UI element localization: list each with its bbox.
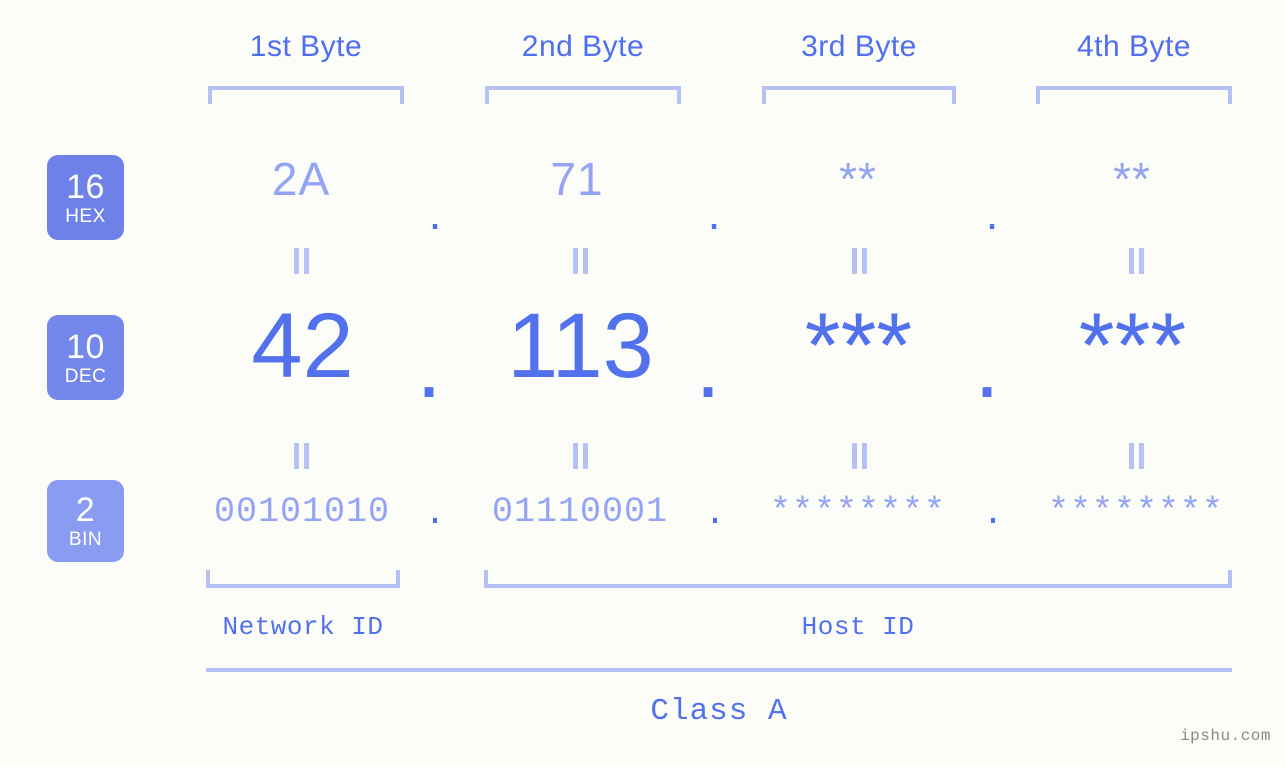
class-label: Class A — [650, 694, 788, 729]
byte-header-1: 1st Byte — [206, 30, 406, 64]
equals-connector-hex-dec-1 — [291, 248, 311, 274]
site-watermark: ipshu.com — [1180, 727, 1271, 745]
class-bracket — [206, 668, 1232, 672]
dec-separator-3: . — [974, 315, 1000, 417]
network-id-bracket — [206, 570, 400, 588]
network-id-label: Network ID — [222, 612, 384, 642]
base-badge-dec: 10 DEC — [47, 315, 124, 400]
hex-byte-3-value: ** — [839, 153, 877, 205]
dec-byte-1-value: 42 — [251, 295, 354, 397]
byte-bracket-4 — [1036, 86, 1232, 104]
base-badge-bin-number: 2 — [75, 491, 96, 529]
equals-connector-dec-bin-2 — [570, 443, 590, 469]
base-badge-bin-name: BIN — [68, 529, 103, 550]
dec-byte-4-value: *** — [1078, 295, 1187, 397]
equals-connector-dec-bin-1 — [291, 443, 311, 469]
hex-separator-3: . — [985, 187, 999, 239]
byte-header-1-label: 1st Byte — [249, 30, 363, 63]
byte-header-4: 4th Byte — [1034, 30, 1234, 64]
equals-connector-dec-bin-3 — [849, 443, 869, 469]
byte-header-2-label: 2nd Byte — [521, 30, 645, 63]
host-id-label: Host ID — [801, 612, 915, 642]
base-badge-dec-number: 10 — [66, 327, 105, 366]
hex-byte-2-value: 71 — [550, 153, 604, 205]
bin-separator-2: . — [704, 494, 726, 534]
base-badge-bin: 2 BIN — [47, 480, 124, 562]
byte-bracket-3 — [762, 86, 956, 104]
bin-byte-4-value: ******** — [1047, 492, 1225, 532]
hex-byte-1-value: 2A — [271, 153, 331, 205]
byte-bracket-2 — [485, 86, 681, 104]
bin-byte-2-value: 01110001 — [491, 492, 669, 532]
dec-byte-3-value: *** — [804, 295, 913, 397]
dec-byte-2-value: 113 — [507, 295, 654, 397]
hex-separator-2: . — [707, 187, 721, 239]
byte-bracket-1 — [208, 86, 404, 104]
bin-byte-3-value: ******** — [769, 492, 947, 532]
dec-separator-1: . — [416, 315, 442, 417]
dec-separator-2: . — [695, 315, 721, 417]
hex-byte-4-value: ** — [1113, 153, 1151, 205]
bin-separator-1: . — [424, 494, 446, 534]
byte-header-2: 2nd Byte — [483, 30, 683, 64]
base-badge-dec-name: DEC — [64, 365, 107, 387]
base-badge-hex: 16 HEX — [47, 155, 124, 240]
equals-connector-hex-dec-2 — [570, 248, 590, 274]
bin-byte-1-value: 00101010 — [213, 492, 391, 532]
base-badge-hex-name: HEX — [65, 205, 106, 227]
bin-separator-3: . — [982, 494, 1004, 534]
equals-connector-dec-bin-4 — [1126, 443, 1146, 469]
byte-header-3-label: 3rd Byte — [801, 30, 917, 63]
byte-header-4-label: 4th Byte — [1076, 30, 1192, 63]
byte-header-3: 3rd Byte — [761, 30, 957, 64]
base-badge-hex-number: 16 — [66, 167, 105, 206]
hex-separator-1: . — [428, 187, 442, 239]
equals-connector-hex-dec-3 — [849, 248, 869, 274]
equals-connector-hex-dec-4 — [1126, 248, 1146, 274]
host-id-bracket — [484, 570, 1232, 588]
